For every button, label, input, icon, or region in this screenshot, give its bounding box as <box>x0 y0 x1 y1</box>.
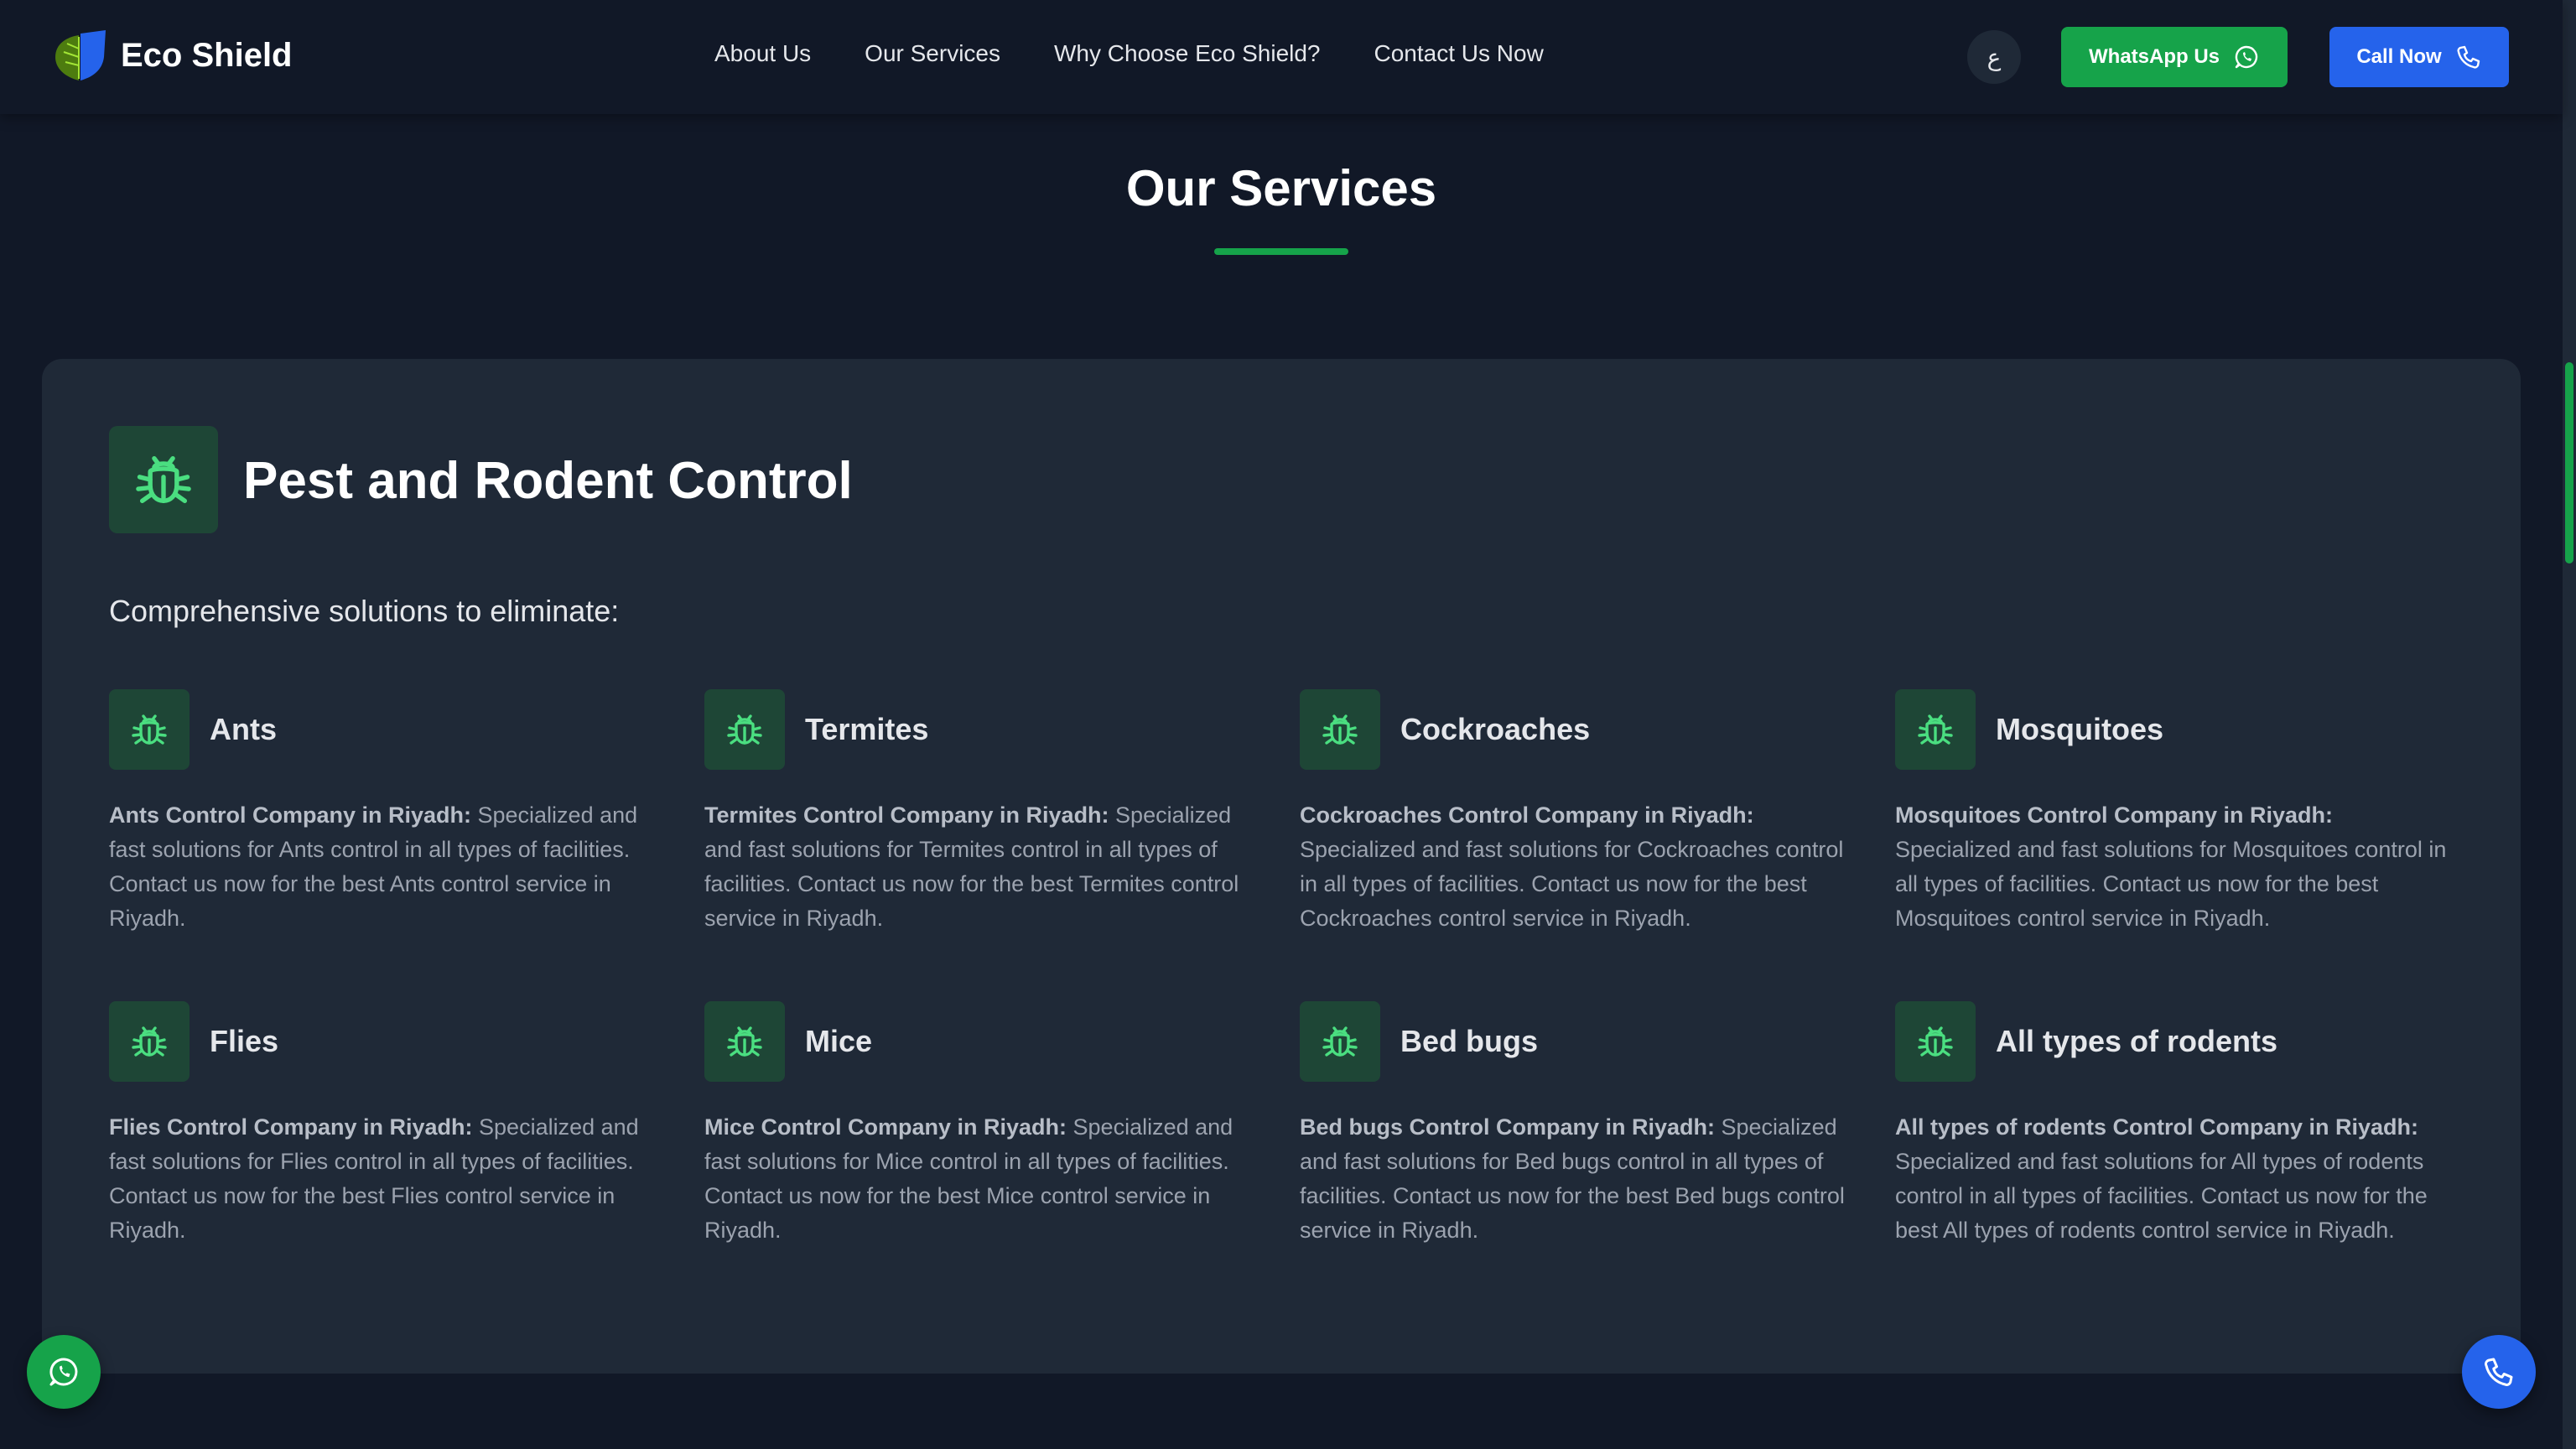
service-item-header: Ants <box>109 689 662 770</box>
service-item-lead: Mice Control Company in Riyadh: <box>704 1114 1067 1140</box>
nav-why-choose[interactable]: Why Choose Eco Shield? <box>1054 40 1321 67</box>
card-subtitle: Comprehensive solutions to eliminate: <box>109 594 620 628</box>
whatsapp-button-label: WhatsApp Us <box>2089 45 2220 68</box>
service-item-lead: Termites Control Company in Riyadh: <box>704 802 1109 828</box>
service-item: Flies Flies Control Company in Riyadh: Sp… <box>109 1001 662 1248</box>
bug-icon <box>1918 714 1953 745</box>
bug-icon <box>1322 1026 1358 1057</box>
service-item-description: Mice Control Company in Riyadh: Speciali… <box>704 1110 1258 1248</box>
page-scrollbar[interactable] <box>2563 0 2576 1449</box>
service-item-header: Bed bugs <box>1300 1001 1853 1082</box>
language-toggle-button[interactable]: ع <box>1967 30 2021 84</box>
bug-icon <box>727 1026 762 1057</box>
site-header: Eco Shield About Us Our Services Why Cho… <box>0 0 2563 114</box>
service-item-lead: All types of rodents Control Company in … <box>1895 1114 2419 1140</box>
service-item-lead: Cockroaches Control Company in Riyadh: <box>1300 802 1754 828</box>
service-item-header: Mosquitoes <box>1895 689 2449 770</box>
service-item: Mice Mice Control Company in Riyadh: Spec… <box>704 1001 1258 1248</box>
service-item-header: Flies <box>109 1001 662 1082</box>
service-item-header: Cockroaches <box>1300 689 1853 770</box>
title-underline <box>1214 248 1348 255</box>
bug-icon <box>136 455 191 504</box>
main-nav: About Us Our Services Why Choose Eco Shi… <box>714 40 1544 67</box>
service-item: Bed bugs Bed bugs Control Company in Riya… <box>1300 1001 1853 1248</box>
service-item-header: All types of rodents <box>1895 1001 2449 1082</box>
service-item-icon <box>1895 1001 1976 1082</box>
brand-logo[interactable]: Eco Shield <box>50 29 293 82</box>
bug-icon <box>1322 714 1358 745</box>
service-item-name: Ants <box>210 712 277 746</box>
card-title: Pest and Rodent Control <box>243 452 853 510</box>
service-item-icon <box>1895 689 1976 770</box>
service-item-lead: Ants Control Company in Riyadh: <box>109 802 471 828</box>
service-item: Mosquitoes Mosquitoes Control Company in … <box>1895 689 2449 936</box>
service-item-icon <box>1300 1001 1380 1082</box>
service-item-description: Bed bugs Control Company in Riyadh: Spec… <box>1300 1110 1853 1248</box>
service-item-header: Mice <box>704 1001 1258 1082</box>
service-item-name: Bed bugs <box>1400 1024 1539 1058</box>
whatsapp-icon <box>2235 45 2258 69</box>
service-item-lead: Bed bugs Control Company in Riyadh: <box>1300 1114 1716 1140</box>
bug-icon <box>132 714 167 745</box>
nav-our-services[interactable]: Our Services <box>865 40 1000 67</box>
service-item: Ants Ants Control Company in Riyadh: Spec… <box>109 689 662 936</box>
service-card-pest-control: Pest and Rodent Control Comprehensive so… <box>42 359 2521 1374</box>
section-title: Our Services <box>1125 160 1437 216</box>
service-item-icon <box>109 689 190 770</box>
service-item-header: Termites <box>704 689 1258 770</box>
shield-leaf-icon <box>55 30 106 80</box>
bug-icon <box>132 1026 167 1057</box>
service-item-icon <box>704 1001 785 1082</box>
service-item-description: Termites Control Company in Riyadh: Spec… <box>704 798 1258 936</box>
call-now-button[interactable]: Call Now <box>2329 27 2509 87</box>
service-item-description: Flies Control Company in Riyadh: Special… <box>109 1110 662 1248</box>
service-item-name: Mosquitoes <box>1996 712 2164 746</box>
service-item-description: Mosquitoes Control Company in Riyadh: Sp… <box>1895 798 2449 936</box>
service-item-text: Specialized and fast solutions for All t… <box>1895 1149 2428 1243</box>
service-item: All types of rodents All types of rodents… <box>1895 1001 2449 1248</box>
whatsapp-icon <box>49 1358 78 1386</box>
service-item-name: Mice <box>805 1024 873 1058</box>
floating-whatsapp-button[interactable] <box>27 1335 101 1409</box>
service-item-name: All types of rodents <box>1996 1024 2278 1058</box>
service-item-icon <box>109 1001 190 1082</box>
phone-icon <box>2485 1358 2513 1386</box>
service-item-description: Ants Control Company in Riyadh: Speciali… <box>109 798 662 936</box>
service-item-text: Specialized and fast solutions for Cockr… <box>1300 837 1844 931</box>
service-item: Cockroaches Cockroaches Control Company i… <box>1300 689 1853 936</box>
scrollbar-thumb[interactable] <box>2565 362 2573 564</box>
service-item-icon <box>704 689 785 770</box>
service-item-lead: Mosquitoes Control Company in Riyadh: <box>1895 802 2334 828</box>
phone-icon <box>2457 45 2480 69</box>
service-item-name: Flies <box>210 1024 279 1058</box>
service-item-name: Cockroaches <box>1400 712 1591 746</box>
call-now-button-label: Call Now <box>2356 45 2442 68</box>
nav-about-us[interactable]: About Us <box>714 40 811 67</box>
bug-icon <box>727 714 762 745</box>
service-item-description: Cockroaches Control Company in Riyadh: S… <box>1300 798 1853 936</box>
service-item-name: Termites <box>805 712 929 746</box>
brand-name: Eco Shield <box>121 36 293 74</box>
card-icon <box>109 426 218 533</box>
service-item-description: All types of rodents Control Company in … <box>1895 1110 2449 1248</box>
nav-contact-us[interactable]: Contact Us Now <box>1374 40 1544 67</box>
whatsapp-button[interactable]: WhatsApp Us <box>2061 27 2288 87</box>
service-item-lead: Flies Control Company in Riyadh: <box>109 1114 473 1140</box>
service-item: Termites Termites Control Company in Riya… <box>704 689 1258 936</box>
floating-call-button[interactable] <box>2462 1335 2536 1409</box>
service-item-icon <box>1300 689 1380 770</box>
bug-icon <box>1918 1026 1953 1057</box>
service-item-text: Specialized and fast solutions for Mosqu… <box>1895 837 2447 931</box>
